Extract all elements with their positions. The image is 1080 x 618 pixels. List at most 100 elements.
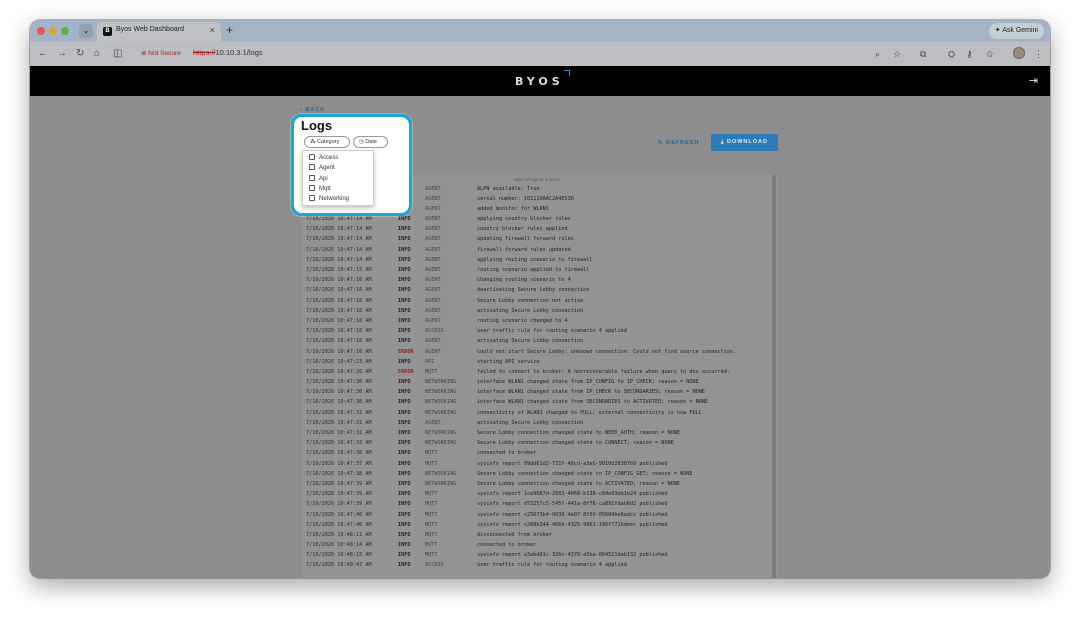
app-header: BYOS ⇥: [30, 66, 1050, 96]
log-row: 7/10/2026 10:47:14 AM INFO AGENT applying c…: [302, 215, 772, 225]
minimize-window-button[interactable]: [49, 27, 57, 35]
address-bar[interactable]: ⊗ Not Secure https://10.10.3.1/logs: [135, 45, 980, 63]
log-timestamp: 7/10/2026 10:47:14 AM: [306, 256, 372, 263]
tab-byos-web-dashboard[interactable]: B Byos Web Dashboard ×: [97, 22, 221, 42]
download-label: DOWNLOAD: [726, 139, 768, 145]
log-row: 7/10/2026 10:47:16 AM INFO AGENT activating…: [302, 306, 772, 316]
log-message: connected to broker: [477, 542, 537, 549]
log-category: ACCESS: [425, 562, 444, 569]
log-row: 7/10/2026 10:47:14 AM INFO AGENT updating f…: [302, 235, 772, 245]
log-timestamp: 7/10/2026 10:48:14 AM: [306, 542, 372, 549]
log-scrollbar[interactable]: [772, 175, 776, 578]
log-message: ALPN available: True: [477, 185, 540, 192]
log-row: 7/10/2026 10:47:15 AM INFO AGENT routing sc…: [302, 266, 772, 276]
url-scheme: https://: [193, 48, 216, 57]
log-row: 7/10/2026 10:47:30 AM INFO NETWORKING inter…: [302, 388, 772, 398]
log-message: serial number: 101119AAC2A4E536: [477, 195, 574, 202]
log-message: applying routing scenario to firewall: [477, 256, 593, 263]
back-arrow-icon[interactable]: ←: [38, 47, 48, 61]
log-message: interface WLAN1 changed state from IP_CO…: [477, 379, 699, 386]
tab-title: Byos Web Dashboard: [116, 26, 184, 33]
profile-avatar[interactable]: [1013, 47, 1025, 59]
log-category: NETWORKING: [425, 379, 457, 386]
browser-window: ⌄ B Byos Web Dashboard × + ✦ Ask Gemini …: [30, 20, 1050, 578]
log-row: 7/10/2026 10:47:16 AM ERROR AGENT could not…: [302, 347, 772, 357]
log-panel[interactable]: Start of logs (0 entries) 7/10/2026 10:4…: [302, 175, 777, 578]
log-level: INFO: [398, 511, 411, 518]
back-label: BACK: [305, 107, 326, 113]
log-timestamp: 7/10/2026 10:47:36 AM: [306, 450, 372, 457]
sidebar-icon[interactable]: ◫: [113, 47, 122, 61]
log-category: MQTT: [425, 542, 438, 549]
log-message: starting API service: [477, 358, 540, 365]
log-message: interface WLAN1 changed state from SECON…: [477, 399, 709, 406]
back-link[interactable]: ‹ BACK: [300, 107, 325, 113]
log-category: NETWORKING: [425, 409, 457, 416]
log-message: sysinfo report c25673b4-9030-4e07-8f09-0…: [477, 511, 668, 518]
log-message: disconnected from broker: [477, 531, 552, 538]
download-button[interactable]: ⤓ DOWNLOAD: [711, 134, 778, 151]
log-message: routing scenario changed to 4: [477, 317, 568, 324]
log-category: AGENT: [425, 297, 441, 304]
log-category: MQTT: [425, 368, 438, 375]
log-timestamp: 7/10/2026 10:47:16 AM: [306, 307, 372, 314]
log-message: sysinfo report a3abd91c-326c-4378-a5ba-0…: [477, 552, 668, 559]
log-level: INFO: [398, 521, 411, 528]
log-message: changing routing scenario to 4: [477, 277, 571, 284]
log-level: INFO: [398, 379, 411, 386]
log-row: 7/10/2026 10:48:11 AM INFO MQTT disconnecte…: [302, 530, 772, 540]
log-row: 7/10/2026 10:47:16 AM INFO ACCESS user traf…: [302, 327, 772, 337]
log-message: connectivity of WLAN1 changed to FULL; e…: [477, 409, 702, 416]
url-text[interactable]: https://10.10.3.1/logs: [193, 48, 263, 57]
log-row: 7/10/2026 10:47:40 AM INFO MQTT sysinfo rep…: [302, 510, 772, 520]
log-timestamp: 7/10/2026 10:47:39 AM: [306, 501, 372, 508]
refresh-button[interactable]: ↻ REFRESH: [658, 140, 699, 146]
log-timestamp: 7/10/2026 10:47:30 AM: [306, 399, 372, 406]
log-level: INFO: [398, 236, 411, 243]
log-category: NETWORKING: [425, 440, 457, 447]
log-row: 7/10/2026 10:47:31 AM INFO NETWORKING Secur…: [302, 429, 772, 439]
log-level: INFO: [398, 226, 411, 233]
log-row: 7/10/2026 10:47:14 AM INFO AGENT firewall f…: [302, 245, 772, 255]
log-message: activating Secure Lobby connection: [477, 419, 584, 426]
log-message: country blocker rules applied: [477, 226, 568, 233]
bookmarks-icon[interactable]: ✩: [986, 47, 994, 61]
log-row: 7/10/2026 10:47:40 AM INFO MQTT sysinfo rep…: [302, 520, 772, 530]
log-timestamp: 7/10/2026 10:47:39 AM: [306, 491, 372, 498]
ask-gemini-button[interactable]: ✦ Ask Gemini: [988, 23, 1044, 39]
log-level: INFO: [398, 480, 411, 487]
logout-icon[interactable]: ⇥: [1029, 74, 1038, 87]
maximize-window-button[interactable]: [61, 27, 69, 35]
log-message: Secure Lobby connection changed state to…: [477, 470, 693, 477]
forward-arrow-icon[interactable]: →: [57, 47, 67, 61]
log-message: applying country blocker rules: [477, 216, 571, 223]
log-row: 7/10/2026 10:47:14 AM INFO AGENT country bl…: [302, 225, 772, 235]
zoom-icon[interactable]: ⌕: [875, 47, 880, 61]
log-timestamp: 7/10/2026 10:47:16 AM: [306, 348, 372, 355]
log-timestamp: 7/10/2026 10:47:23 AM: [306, 358, 372, 365]
log-row: 7/10/2026 10:49:47 AM INFO ACCESS user traf…: [302, 561, 772, 571]
log-timestamp: 7/10/2026 10:47:16 AM: [306, 287, 372, 294]
incognito-icon[interactable]: ⛭: [948, 47, 955, 61]
bookmark-star-icon[interactable]: ☆: [893, 47, 901, 61]
log-category: NETWORKING: [425, 430, 457, 436]
home-icon[interactable]: ⌂: [94, 47, 100, 61]
password-key-icon[interactable]: ⚷: [966, 47, 973, 61]
reload-icon[interactable]: ↻: [76, 47, 84, 61]
log-category: AGENT: [425, 185, 441, 192]
log-level: INFO: [398, 460, 411, 467]
log-level: INFO: [398, 419, 411, 426]
log-category: AGENT: [425, 419, 441, 426]
menu-kebab-icon[interactable]: ⋮: [1034, 47, 1043, 61]
security-indicator[interactable]: ⊗ Not Secure: [137, 48, 185, 60]
log-timestamp: 7/10/2026 10:47:16 AM: [306, 328, 372, 335]
new-tab-button[interactable]: +: [226, 23, 233, 37]
log-message: Secure Lobby connection changed state to…: [477, 480, 681, 487]
extensions-icon[interactable]: ⧉: [920, 47, 926, 61]
tab-close-icon[interactable]: ×: [210, 25, 215, 35]
log-category: AGENT: [425, 338, 441, 345]
close-window-button[interactable]: [37, 27, 45, 35]
log-row: 7/10/2026 10:47:31 AM INFO AGENT activating…: [302, 418, 772, 428]
log-row: 7/10/2026 10:47:26 AM ERROR MQTT failed to …: [302, 367, 772, 377]
tab-search-icon[interactable]: ⌄: [79, 24, 93, 38]
